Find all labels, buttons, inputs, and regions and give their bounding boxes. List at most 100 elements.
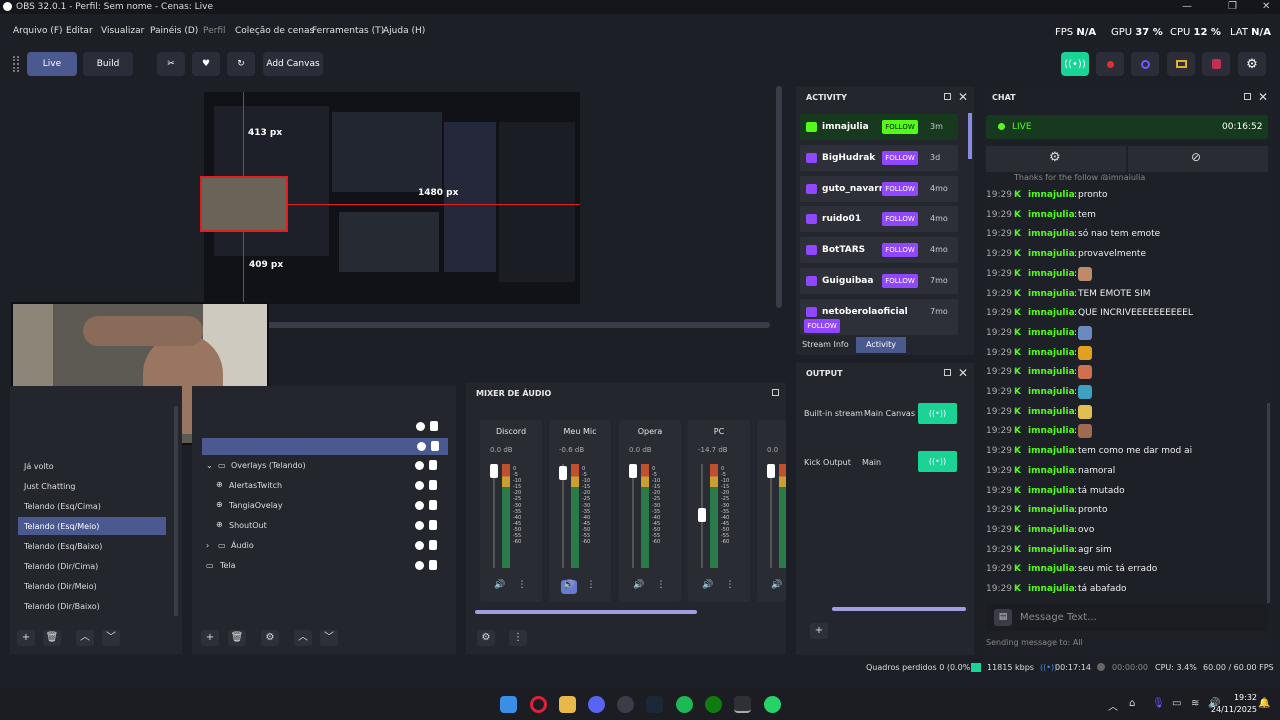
source-item[interactable]: ⊕ ShoutOut bbox=[200, 517, 448, 535]
display-icon[interactable]: ▭ bbox=[1172, 698, 1181, 709]
chat-username[interactable]: imnajulia bbox=[1028, 545, 1075, 555]
chat-username[interactable]: imnajulia bbox=[1028, 446, 1075, 456]
remove-scene-button[interactable]: 🗑 bbox=[43, 630, 61, 646]
lock-icon[interactable] bbox=[429, 500, 437, 510]
scene-up-button[interactable]: ︿ bbox=[76, 630, 94, 646]
output-stream-toggle[interactable]: ((•)) bbox=[918, 403, 957, 424]
activity-item[interactable]: imnajulia FOLLOW 3m bbox=[800, 114, 958, 140]
whatsapp-icon[interactable] bbox=[764, 696, 781, 713]
chat-message[interactable]: 19:29 Kimnajulia: bbox=[986, 403, 1266, 421]
clock-time[interactable]: 19:32 bbox=[1227, 693, 1257, 702]
scene-item[interactable]: Telando (Dir/Baixo) bbox=[18, 597, 166, 615]
studio-mode-button[interactable] bbox=[1202, 52, 1230, 76]
menu-ferramentas[interactable]: Ferramentas (T) bbox=[312, 26, 384, 36]
add-canvas-button[interactable]: Add Canvas bbox=[263, 52, 323, 76]
preview-hscrollbar[interactable] bbox=[264, 322, 770, 328]
mute-speaker-icon[interactable]: 🔊 bbox=[769, 580, 785, 594]
activity-item[interactable]: guto_navarro FOLLOW 4mo bbox=[800, 175, 958, 202]
eye-icon[interactable] bbox=[417, 442, 426, 451]
chat-message[interactable]: 19:29 Kimnajulia: seu mic tá errado bbox=[986, 560, 1266, 578]
clock-date[interactable]: 24/11/2025 bbox=[1207, 705, 1257, 714]
chat-username[interactable]: imnajulia bbox=[1028, 210, 1075, 220]
mute-speaker-icon[interactable]: 🔊 bbox=[631, 580, 647, 594]
volume-slider-handle[interactable] bbox=[490, 464, 498, 478]
chat-settings-button[interactable]: ⚙ bbox=[986, 146, 1126, 172]
chat-username[interactable]: imnajulia bbox=[1028, 367, 1075, 377]
discord-icon[interactable] bbox=[588, 696, 605, 713]
eye-icon[interactable] bbox=[415, 481, 424, 490]
chat-message[interactable]: 19:29 Kimnajulia: namoral bbox=[986, 462, 1266, 480]
source-up-button[interactable]: ︿ bbox=[294, 630, 312, 646]
menu-ajuda[interactable]: Ajuda (H) bbox=[383, 26, 425, 36]
chat-username[interactable]: imnajulia bbox=[1028, 328, 1075, 338]
wifi-icon[interactable]: ≋ bbox=[1191, 698, 1199, 709]
output-stream-toggle[interactable]: ((•)) bbox=[918, 451, 957, 472]
float-icon[interactable] bbox=[772, 389, 779, 396]
maximize-icon[interactable]: ❐ bbox=[1228, 1, 1237, 12]
menu-visualizar[interactable]: Visualizar bbox=[101, 26, 144, 36]
lock-icon[interactable] bbox=[429, 540, 437, 550]
webcam-source-selected[interactable] bbox=[200, 176, 288, 232]
chat-message[interactable]: 19:29 Kimnajulia: TEM EMOTE SIM bbox=[986, 285, 1266, 303]
eye-icon[interactable] bbox=[415, 461, 424, 470]
lock-icon[interactable] bbox=[429, 560, 437, 570]
menu-colecao-cenas[interactable]: Coleção de cenas bbox=[235, 26, 314, 36]
chat-scrollbar[interactable] bbox=[1267, 403, 1270, 603]
chat-username[interactable]: imnajulia bbox=[1028, 190, 1075, 200]
stream-button[interactable]: ((•)) bbox=[1061, 52, 1089, 76]
chat-message[interactable]: 19:29 Kimnajulia: pronto bbox=[986, 186, 1266, 204]
chat-message[interactable]: 19:29 Kimnajulia: tá mutado bbox=[986, 482, 1266, 500]
chat-username[interactable]: imnajulia bbox=[1028, 229, 1075, 239]
float-icon[interactable] bbox=[944, 93, 951, 100]
source-item[interactable]: ⊕ TangiaOvelay bbox=[200, 497, 448, 515]
tab-activity[interactable]: Activity bbox=[856, 337, 906, 353]
chat-username[interactable]: imnajulia bbox=[1028, 269, 1075, 279]
notification-icon[interactable]: 🔔 bbox=[1258, 698, 1270, 709]
chat-username[interactable]: imnajulia bbox=[1028, 584, 1075, 594]
source-item[interactable]: ⊕ AlertasTwitch bbox=[200, 477, 448, 495]
chat-username[interactable]: imnajulia bbox=[1028, 525, 1075, 535]
tab-stream-info[interactable]: Stream Info bbox=[798, 337, 850, 353]
chat-message[interactable]: 19:29 Kimnajulia: só nao tem emote bbox=[986, 225, 1266, 243]
chat-username[interactable]: imnajulia bbox=[1028, 486, 1075, 496]
more-vertical-icon[interactable]: ⋮ bbox=[722, 580, 738, 594]
chat-input[interactable]: ▤ Message Text... bbox=[986, 604, 1268, 631]
network-icon[interactable]: ⌂ bbox=[1129, 698, 1135, 709]
heart-button[interactable]: ♥ bbox=[192, 52, 220, 76]
emote-picker-icon[interactable]: ▤ bbox=[994, 609, 1012, 626]
scene-down-button[interactable]: ﹀ bbox=[102, 630, 120, 646]
chat-message[interactable]: 19:29 Kimnajulia: bbox=[986, 324, 1266, 342]
lock-icon[interactable] bbox=[429, 520, 437, 530]
more-vertical-icon[interactable]: ⋮ bbox=[514, 580, 530, 594]
more-vertical-icon[interactable]: ⋮ bbox=[653, 580, 669, 594]
mixer-settings-button[interactable]: ⚙ bbox=[477, 630, 495, 646]
source-item[interactable]: ▭ Tela bbox=[200, 557, 448, 575]
chat-message[interactable]: 19:29 Kimnajulia: bbox=[986, 422, 1266, 440]
drag-handle-icon[interactable] bbox=[13, 56, 19, 72]
chat-message[interactable]: 19:29 Kimnajulia: bbox=[986, 344, 1266, 362]
volume-slider-handle[interactable] bbox=[698, 508, 706, 523]
preview-canvas[interactable]: 413 px 1480 px 409 px bbox=[200, 92, 580, 304]
record-button[interactable] bbox=[1096, 52, 1124, 76]
lock-icon[interactable] bbox=[430, 421, 438, 431]
add-output-button[interactable]: + bbox=[810, 623, 828, 639]
mixer-hscrollbar[interactable] bbox=[475, 610, 697, 614]
chat-message[interactable]: 19:29 Kimnajulia: bbox=[986, 363, 1266, 381]
menu-paineis[interactable]: Painéis (D) bbox=[150, 26, 198, 36]
lock-icon[interactable] bbox=[431, 441, 439, 451]
volume-slider-handle[interactable] bbox=[559, 465, 567, 480]
xbox-icon[interactable] bbox=[705, 696, 722, 713]
chat-message[interactable]: 19:29 Kimnajulia: provavelmente bbox=[986, 245, 1266, 263]
volume-slider[interactable] bbox=[493, 464, 495, 568]
source-item[interactable]: › ▭ Áudio bbox=[200, 537, 448, 555]
volume-slider-handle[interactable] bbox=[767, 464, 775, 478]
chat-username[interactable]: imnajulia bbox=[1028, 426, 1075, 436]
scissors-button[interactable]: ✂ bbox=[157, 52, 185, 76]
virtual-camera-button[interactable] bbox=[1167, 52, 1195, 76]
opera-icon[interactable] bbox=[530, 696, 547, 713]
minimize-icon[interactable]: — bbox=[1182, 1, 1192, 12]
obs-taskbar-icon[interactable] bbox=[734, 696, 751, 713]
mute-speaker-icon[interactable]: 🔊 bbox=[561, 580, 577, 594]
scene-item[interactable]: Just Chatting bbox=[18, 477, 166, 495]
float-icon[interactable] bbox=[1244, 93, 1251, 100]
